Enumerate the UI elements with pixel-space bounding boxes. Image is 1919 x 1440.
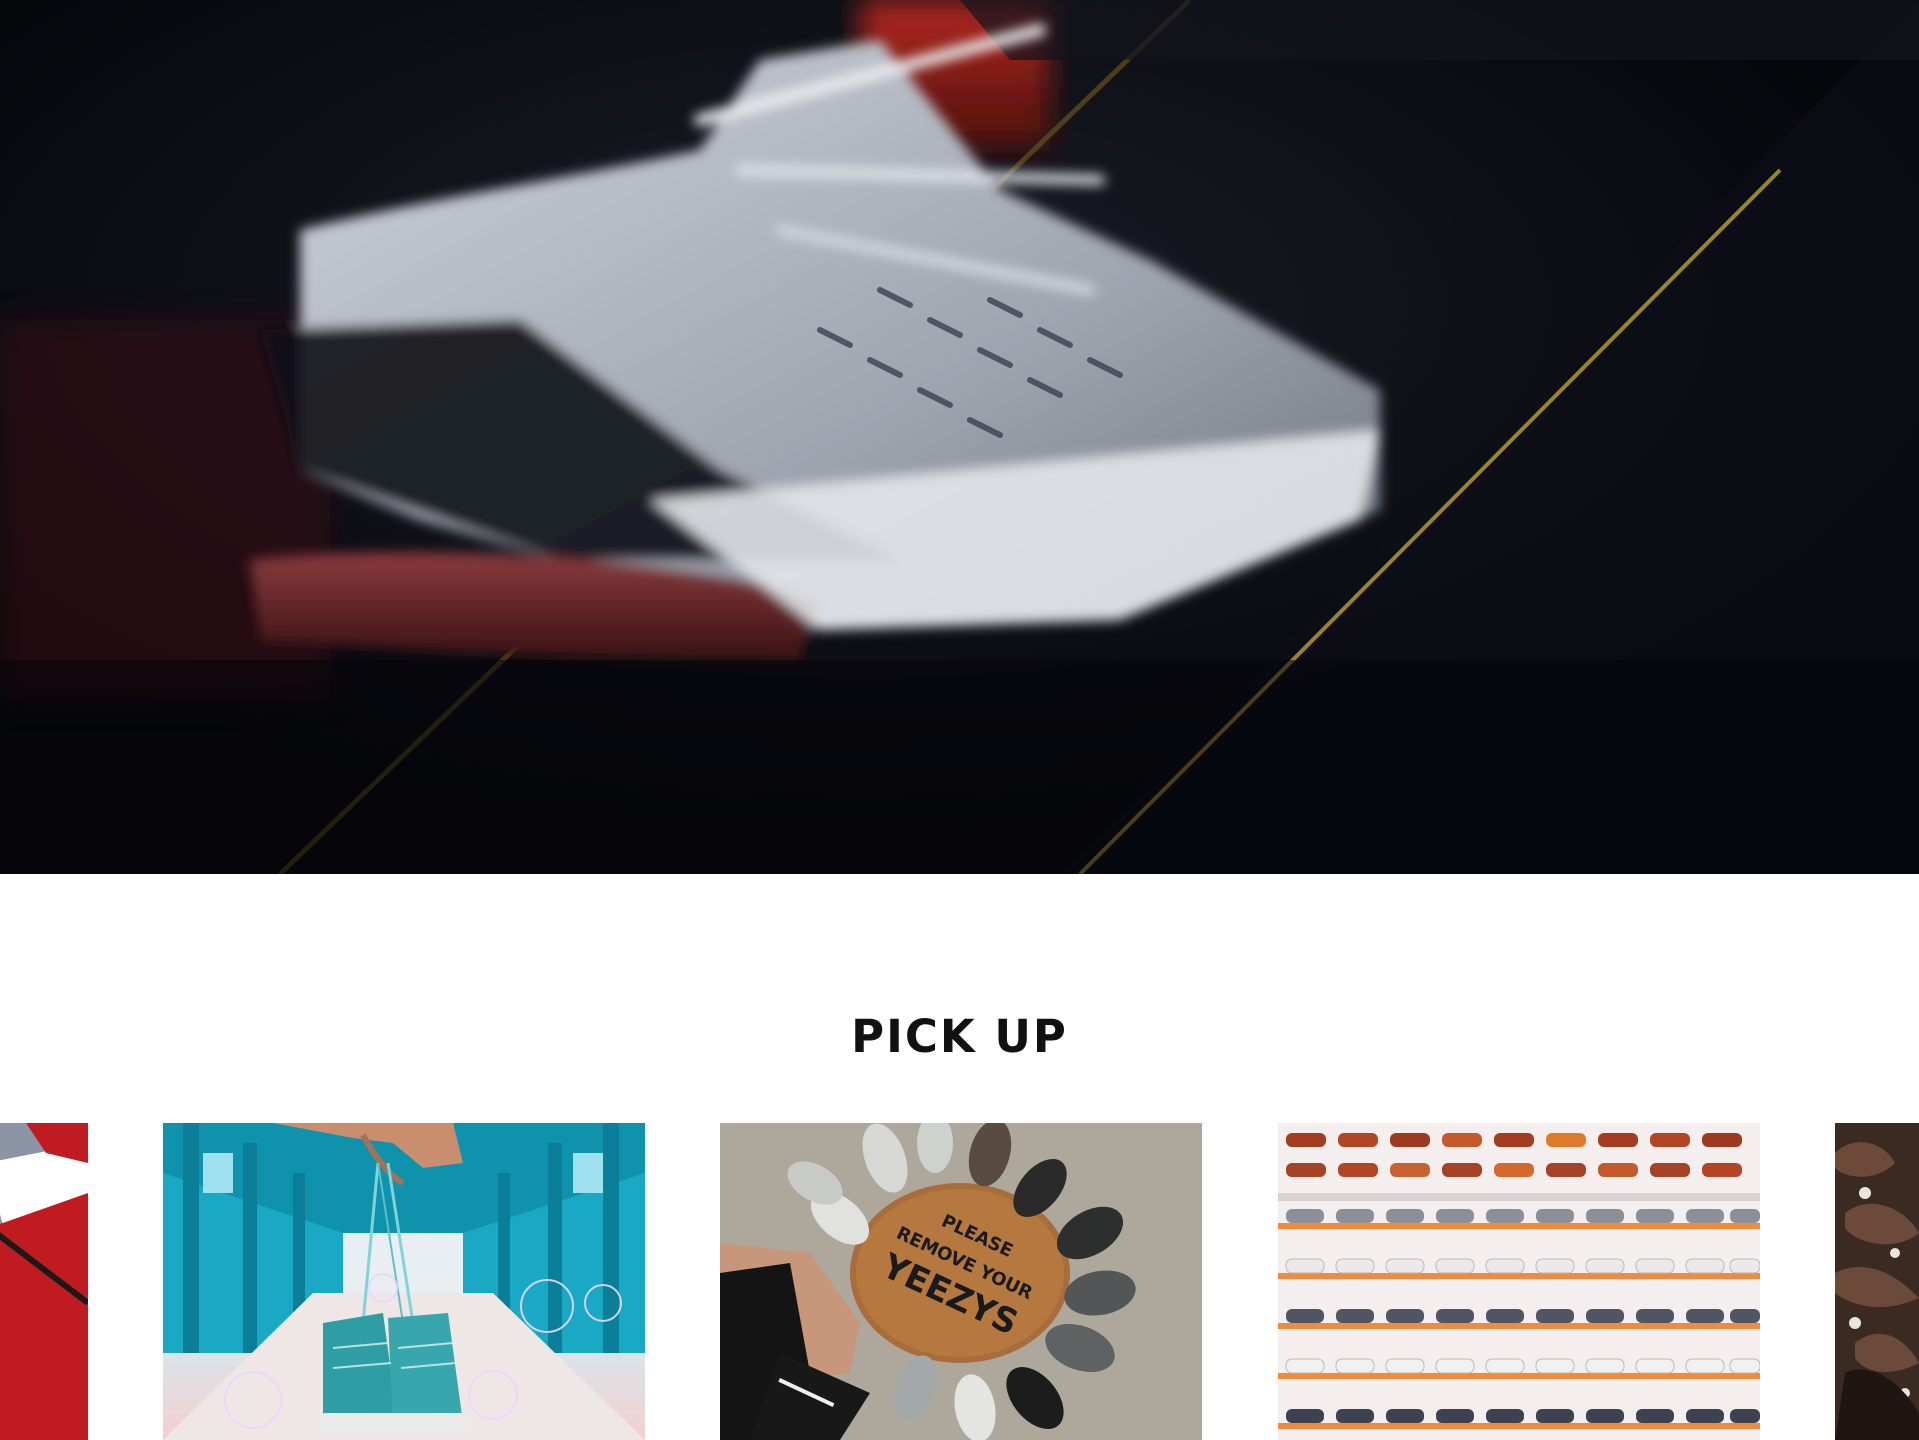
hero-banner	[0, 0, 1919, 874]
yeezys-doormat-image: PLEASE REMOVE YOUR YEEZYS	[720, 1123, 1202, 1440]
chocolate-image	[1835, 1123, 1919, 1440]
pickup-card-store-display[interactable]	[1278, 1123, 1760, 1440]
pickup-carousel[interactable]: PLEASE REMOVE YOUR YEEZYS	[0, 1123, 1919, 1440]
pickup-card-red-sneaker[interactable]	[0, 1123, 88, 1440]
red-sneaker-image	[0, 1123, 88, 1440]
page: PICK UP PLEASE REMOVE YOUR YEEZYS	[0, 0, 1919, 1440]
hero-image	[0, 0, 1919, 874]
pickup-card-chocolate[interactable]	[1835, 1123, 1919, 1440]
teal-sneakers-bridge-image	[163, 1123, 645, 1440]
pickup-card-teal-sneakers[interactable]	[163, 1123, 645, 1440]
store-display-image	[1278, 1123, 1760, 1440]
pickup-card-yeezys-doormat[interactable]: PLEASE REMOVE YOUR YEEZYS	[720, 1123, 1202, 1440]
pickup-section-title: PICK UP	[851, 1010, 1068, 1063]
